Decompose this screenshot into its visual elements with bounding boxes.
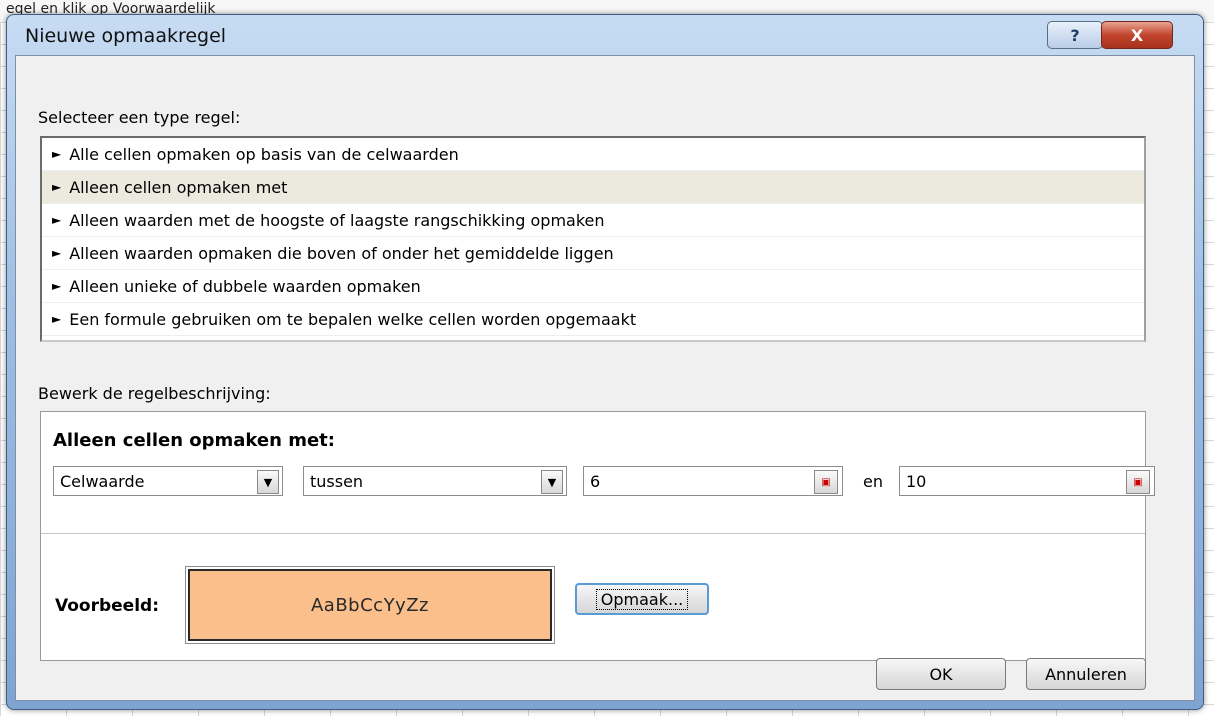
dialog-title: Nieuwe opmaakregel — [25, 25, 227, 47]
format-button-label: Opmaak... — [595, 588, 689, 610]
preview-text: AaBbCcYyZz — [310, 594, 429, 616]
range-select-icon[interactable]: ▣ — [814, 470, 838, 494]
rule-type-label: Alleen waarden opmaken die boven of onde… — [69, 243, 614, 263]
operator-value: tussen — [310, 471, 364, 491]
rule-type-item[interactable]: ► Alleen cellen opmaken met — [42, 171, 1144, 204]
rule-type-item[interactable]: ► Alleen waarden met de hoogste of laagst… — [42, 204, 1144, 237]
select-type-text: Selecteer een type regel: — [38, 108, 241, 127]
edit-description-text: Bewerk de regelbeschrijving: — [38, 384, 271, 403]
expand-triangle-icon: ► — [52, 246, 62, 260]
cancel-button[interactable]: Annuleren — [1026, 658, 1146, 690]
dialog-content: Selecteer een type regel: ► Alle cellen o… — [15, 55, 1195, 701]
expand-triangle-icon: ► — [52, 180, 62, 194]
cancel-button-label: Annuleren — [1045, 664, 1127, 684]
value2-text: 10 — [906, 471, 927, 491]
rule-type-list[interactable]: ► Alle cellen opmaken op basis van de cel… — [40, 136, 1146, 342]
expand-triangle-icon: ► — [52, 147, 62, 161]
close-button[interactable]: X — [1101, 21, 1173, 49]
rule-type-label: Alleen cellen opmaken met — [69, 177, 288, 197]
preview-label: Voorbeeld: — [55, 596, 159, 616]
rule-type-label: Alleen unieke of dubbele waarden opmaken — [69, 276, 421, 296]
select-type-label: Selecteer een type regel: — [38, 108, 240, 127]
rule-type-item[interactable]: ► Alle cellen opmaken op basis van de cel… — [42, 138, 1144, 171]
edit-description-label: Bewerk de regelbeschrijving: — [38, 384, 271, 403]
divider — [41, 533, 1145, 534]
ok-button[interactable]: OK — [876, 658, 1006, 690]
help-button[interactable]: ? — [1047, 21, 1103, 49]
expand-triangle-icon: ► — [52, 279, 62, 293]
expand-triangle-icon: ► — [52, 213, 62, 227]
edit-heading: Alleen cellen opmaken met: — [53, 430, 335, 451]
help-icon: ? — [1070, 25, 1080, 45]
rule-type-item[interactable]: ► Alleen unieke of dubbele waarden opmake… — [42, 270, 1144, 303]
format-preview: AaBbCcYyZz — [185, 566, 555, 644]
dialog-window: Nieuwe opmaakregel ? X Selecteer een typ… — [6, 14, 1204, 710]
close-icon: X — [1130, 25, 1144, 45]
condition-type-value: Celwaarde — [60, 471, 145, 491]
rule-type-item[interactable]: ► Alleen waarden opmaken die boven of ond… — [42, 237, 1144, 270]
format-button[interactable]: Opmaak... — [575, 583, 709, 615]
rule-type-label: Een formule gebruiken om te bepalen welk… — [69, 309, 637, 329]
value1-input[interactable]: 6 ▣ — [583, 466, 843, 496]
and-label: en — [863, 472, 883, 491]
value1-text: 6 — [590, 471, 601, 491]
rule-type-label: Alle cellen opmaken op basis van de celw… — [69, 144, 459, 164]
operator-select[interactable]: tussen ▼ — [303, 466, 567, 496]
value2-input[interactable]: 10 ▣ — [899, 466, 1155, 496]
expand-triangle-icon: ► — [52, 312, 62, 326]
ok-button-label: OK — [929, 664, 953, 684]
range-select-icon[interactable]: ▣ — [1126, 470, 1150, 494]
rule-description-frame: Alleen cellen opmaken met: Celwaarde ▼ t… — [40, 411, 1155, 661]
dropdown-arrow-icon[interactable]: ▼ — [541, 470, 563, 494]
dropdown-arrow-icon[interactable]: ▼ — [257, 470, 279, 494]
rule-type-item[interactable]: ► Een formule gebruiken om te bepalen wel… — [42, 303, 1144, 336]
rule-type-label: Alleen waarden met de hoogste of laagste… — [69, 210, 605, 230]
condition-type-select[interactable]: Celwaarde ▼ — [53, 466, 283, 496]
